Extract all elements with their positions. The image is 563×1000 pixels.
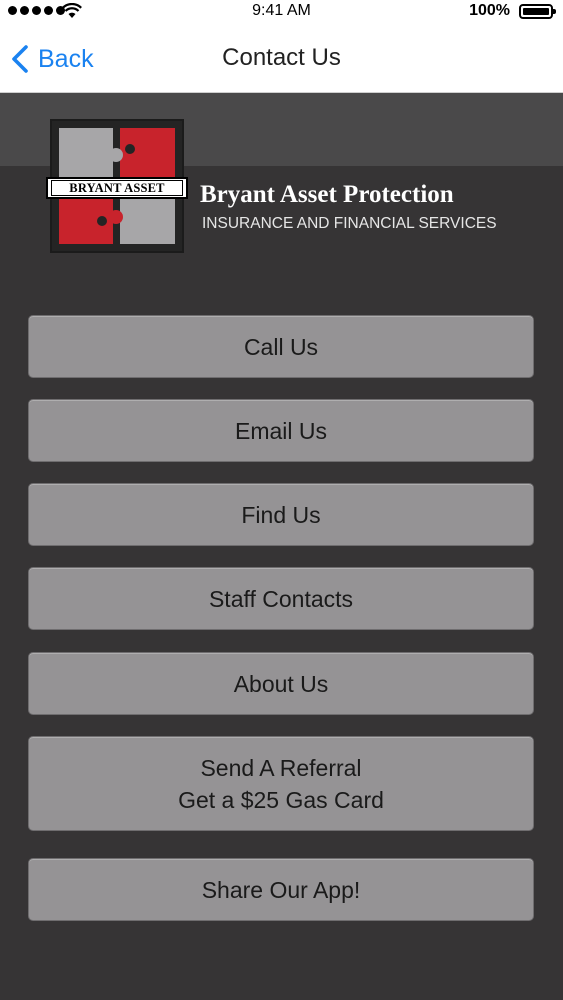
email-us-label: Email Us bbox=[234, 417, 327, 444]
main-content: BRYANT ASSET Bryant Asset Protection INS… bbox=[0, 93, 563, 1000]
status-bar: 9:41 AM 100% bbox=[0, 0, 563, 24]
staff-contacts-label: Staff Contacts bbox=[208, 585, 354, 612]
referral-label-line2: Get a $25 Gas Card bbox=[178, 786, 384, 813]
send-referral-button[interactable]: Send A Referral Get a $25 Gas Card bbox=[28, 736, 534, 831]
company-name: Bryant Asset Protection bbox=[200, 181, 454, 208]
referral-label-line1: Send A Referral bbox=[200, 754, 362, 781]
logo-text: BRYANT ASSET bbox=[51, 180, 183, 196]
call-us-button[interactable]: Call Us bbox=[28, 315, 534, 378]
company-tagline: INSURANCE AND FINANCIAL SERVICES bbox=[202, 215, 497, 232]
call-us-label: Call Us bbox=[243, 333, 319, 360]
navigation-bar: Back Contact Us bbox=[0, 24, 563, 93]
email-us-button[interactable]: Email Us bbox=[28, 399, 534, 462]
logo-banner: BRYANT ASSET bbox=[46, 177, 188, 199]
page-title: Contact Us bbox=[222, 44, 341, 71]
about-us-label: About Us bbox=[233, 670, 329, 697]
staff-contacts-button[interactable]: Staff Contacts bbox=[28, 567, 534, 630]
share-app-label: Share Our App! bbox=[201, 876, 361, 903]
find-us-label: Find Us bbox=[241, 501, 321, 528]
battery-icon bbox=[519, 4, 556, 19]
share-app-button[interactable]: Share Our App! bbox=[28, 858, 534, 921]
about-us-button[interactable]: About Us bbox=[28, 652, 534, 715]
company-logo: BRYANT ASSET bbox=[46, 119, 188, 253]
find-us-button[interactable]: Find Us bbox=[28, 483, 534, 546]
battery-percent: 100% bbox=[469, 2, 510, 19]
